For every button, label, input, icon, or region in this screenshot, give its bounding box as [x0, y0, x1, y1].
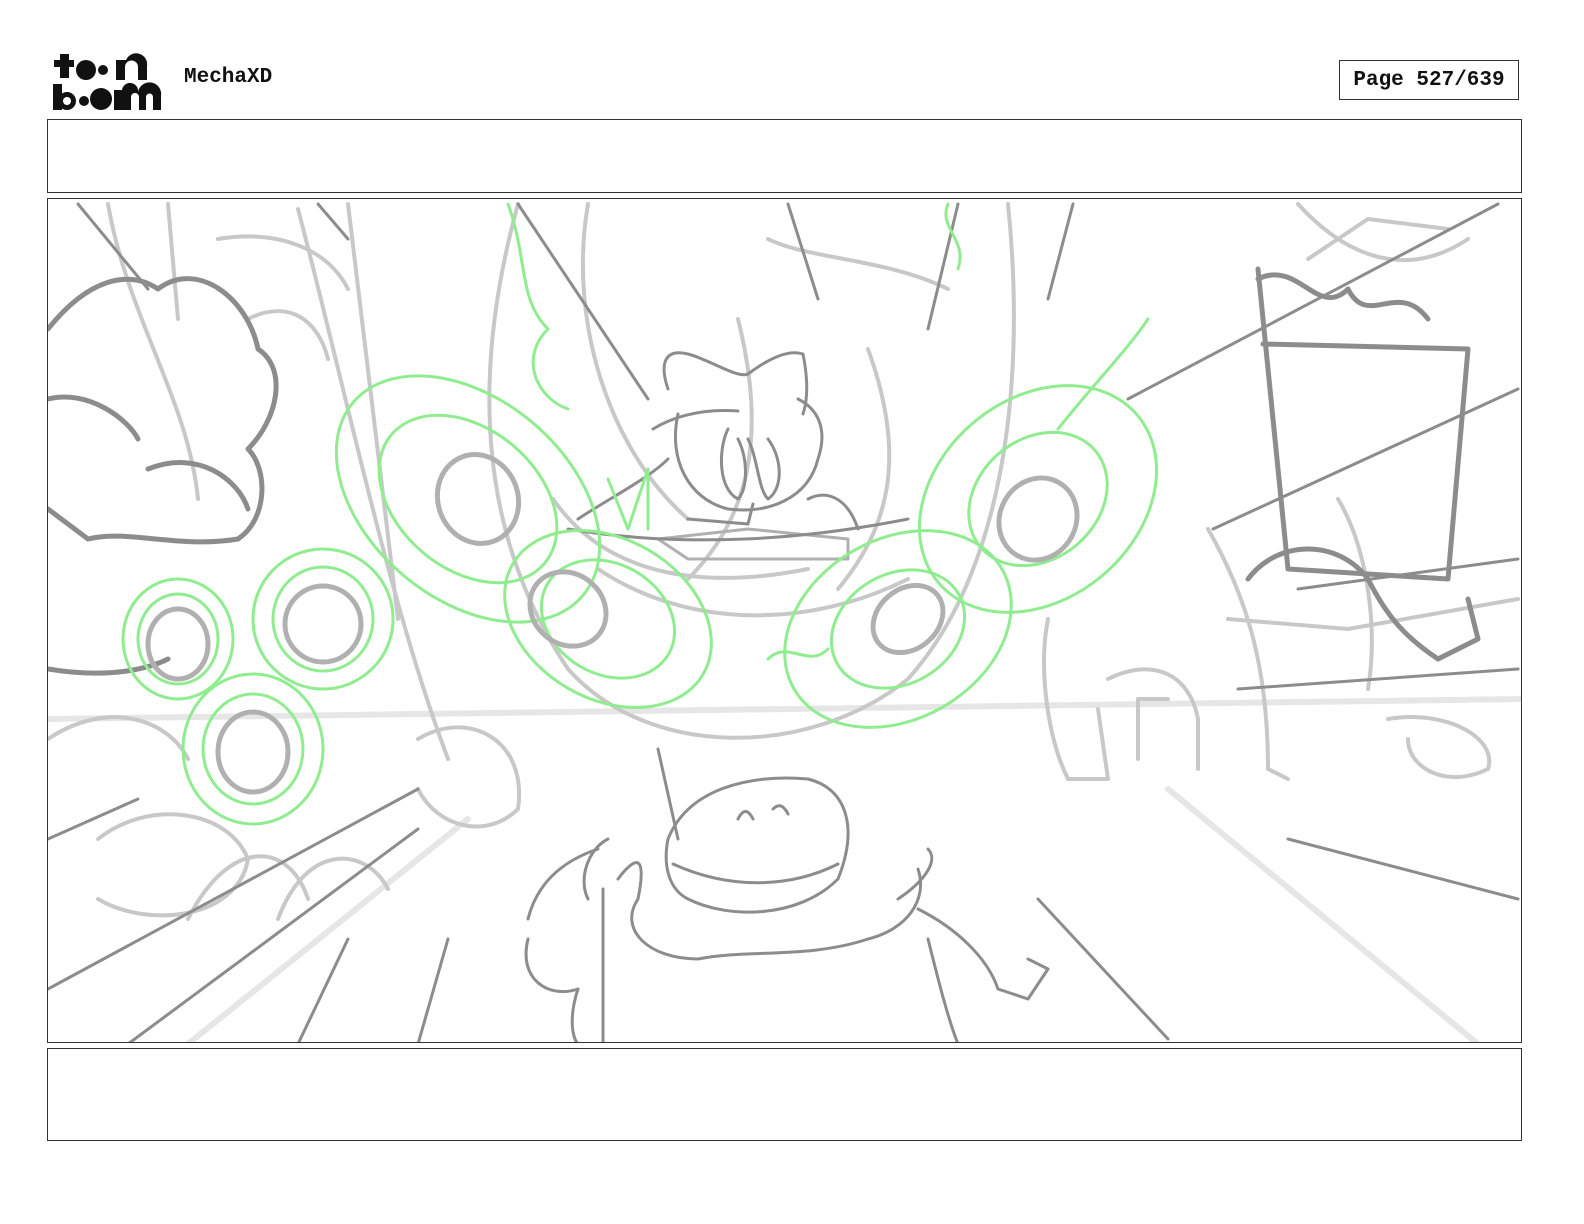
storyboard-sketch [48, 202, 1521, 1042]
project-title: MechaXD [184, 66, 273, 89]
page-indicator: Page 527/639 [1339, 60, 1519, 100]
storyboard-panel [47, 198, 1522, 1043]
action-notes-box [47, 119, 1522, 193]
dialogue-notes-box [47, 1048, 1522, 1141]
toon-boom-logo [53, 53, 162, 110]
